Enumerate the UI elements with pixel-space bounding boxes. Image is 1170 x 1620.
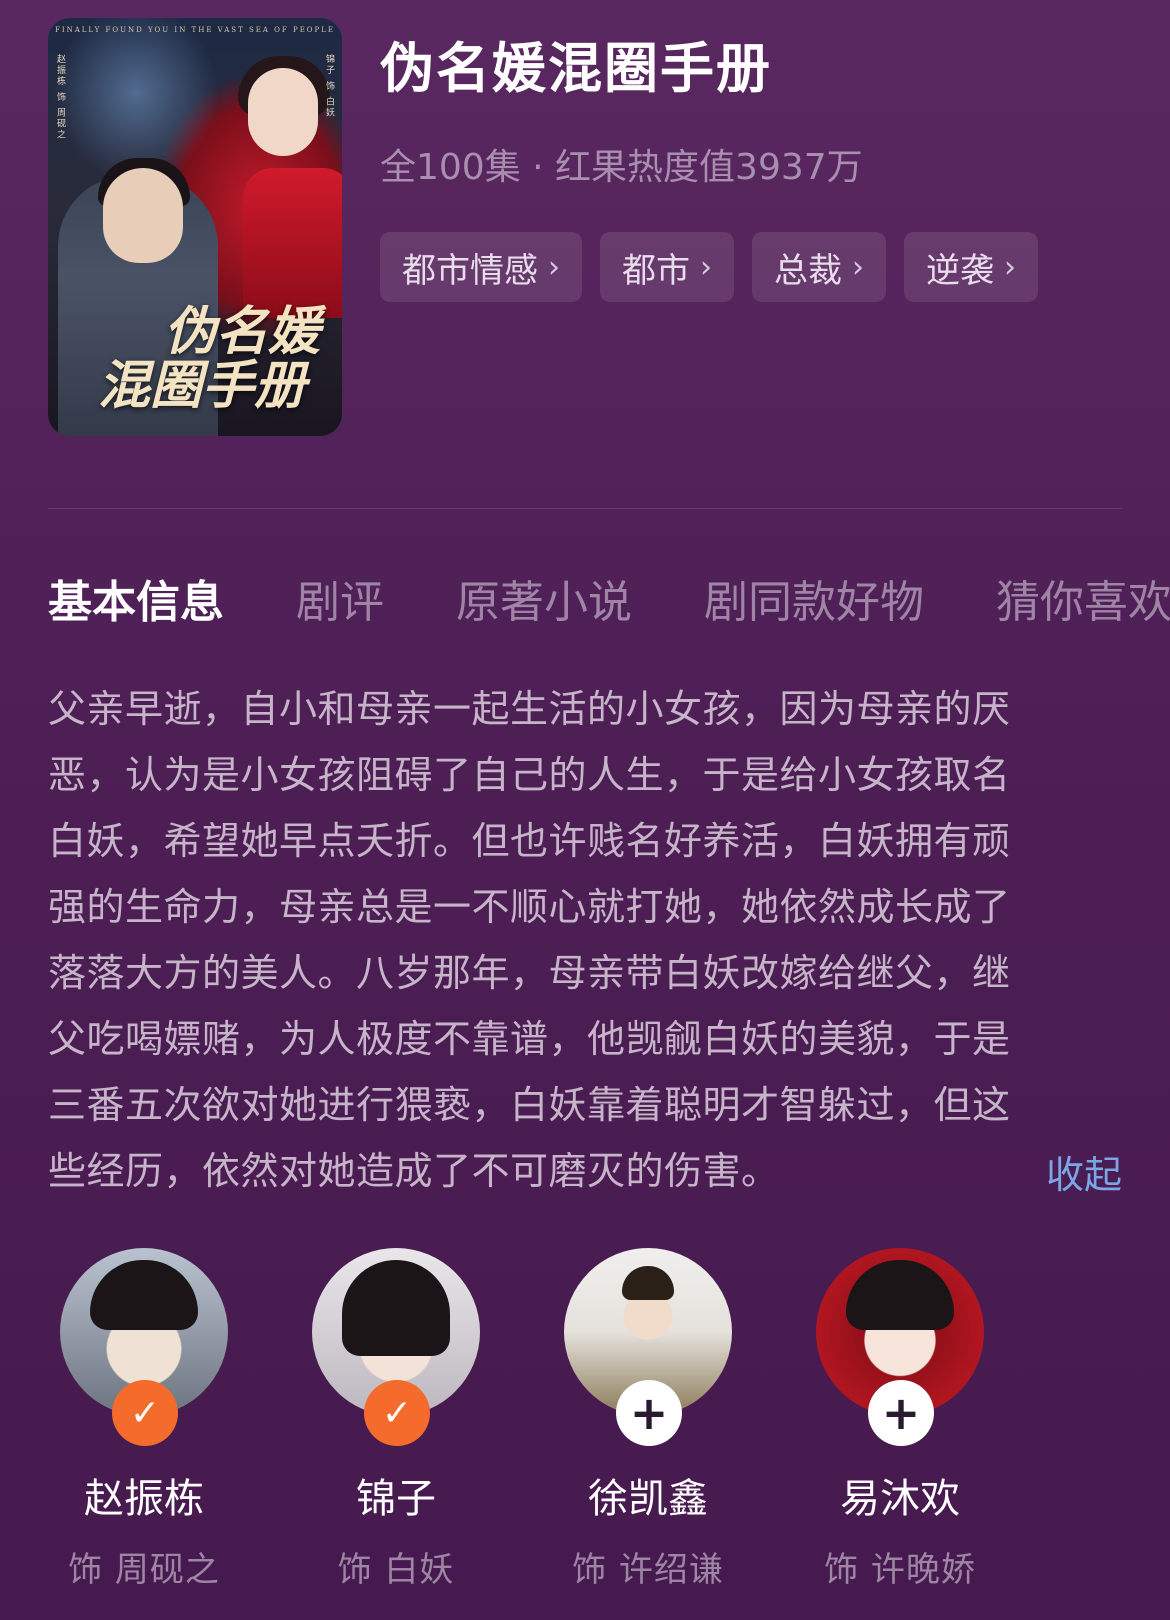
tab-reviews[interactable]: 剧评: [296, 566, 384, 630]
check-icon[interactable]: ✓: [364, 1380, 430, 1446]
plus-icon[interactable]: +: [616, 1380, 682, 1446]
chevron-right-icon: ›: [1004, 249, 1016, 285]
tab-original-novel[interactable]: 原著小说: [456, 566, 632, 630]
cast-name: 徐凯鑫: [588, 1476, 708, 1522]
collapse-button[interactable]: 收起: [1046, 1144, 1122, 1199]
genre-tag[interactable]: 逆袭 ›: [904, 232, 1038, 302]
poster-right-credit: 锦子 饰 白妖: [324, 54, 334, 119]
cast-member[interactable]: ✓ 赵振栋 饰 周砚之: [60, 1248, 228, 1591]
poster-tagline: FINALLY FOUND YOU IN THE VAST SEA OF PEO…: [54, 26, 336, 34]
cast-role: 饰 许晚娇: [824, 1550, 976, 1590]
tab-merch[interactable]: 剧同款好物: [704, 566, 924, 630]
tab-basic-info[interactable]: 基本信息: [48, 566, 224, 630]
detail-tabs: 基本信息 剧评 原著小说 剧同款好物 猜你喜欢: [48, 566, 1170, 630]
cast-role: 饰 许绍谦: [572, 1550, 724, 1590]
cast-member[interactable]: + 易沐欢 饰 许晚娇: [816, 1248, 984, 1591]
genre-tag[interactable]: 总裁 ›: [752, 232, 886, 302]
genre-tags: 都市情感 › 都市 › 总裁 › 逆袭 ›: [380, 232, 1038, 302]
cast-member[interactable]: + 徐凯鑫 饰 许绍谦: [564, 1248, 732, 1591]
cast-role: 饰 白妖: [337, 1550, 455, 1590]
cast-list: ✓ 赵振栋 饰 周砚之 ✓ 锦子 饰 白妖 + 徐凯鑫 饰 许绍谦 + 易沐欢 …: [60, 1248, 984, 1591]
check-icon[interactable]: ✓: [112, 1380, 178, 1446]
genre-tag[interactable]: 都市 ›: [600, 232, 734, 302]
chevron-right-icon: ›: [548, 249, 560, 285]
poster-title-art: 伪名媛 混圈手册: [97, 300, 320, 417]
synopsis-text: 父亲早逝，自小和母亲一起生活的小女孩，因为母亲的厌 恶，认为是小女孩阻碍了自己的…: [48, 687, 1011, 1193]
cast-role: 饰 周砚之: [68, 1550, 220, 1590]
chevron-right-icon: ›: [852, 249, 864, 285]
drama-title: 伪名媛混圈手册: [380, 37, 772, 100]
cast-name: 赵振栋: [84, 1476, 204, 1522]
tab-recommendations[interactable]: 猜你喜欢: [996, 566, 1170, 630]
plus-icon[interactable]: +: [868, 1380, 934, 1446]
drama-detail-page: FINALLY FOUND YOU IN THE VAST SEA OF PEO…: [0, 0, 1170, 1620]
genre-tag[interactable]: 都市情感 ›: [380, 232, 582, 302]
chevron-right-icon: ›: [700, 249, 712, 285]
drama-poster[interactable]: FINALLY FOUND YOU IN THE VAST SEA OF PEO…: [48, 18, 342, 436]
cast-member[interactable]: ✓ 锦子 饰 白妖: [312, 1248, 480, 1591]
cast-name: 易沐欢: [840, 1476, 960, 1522]
poster-left-credit: 赵振栋 饰 周砚之: [55, 54, 65, 141]
drama-meta: 全100集 · 红果热度值3937万: [380, 147, 863, 188]
divider: [48, 508, 1122, 509]
cast-name: 锦子: [356, 1476, 436, 1522]
